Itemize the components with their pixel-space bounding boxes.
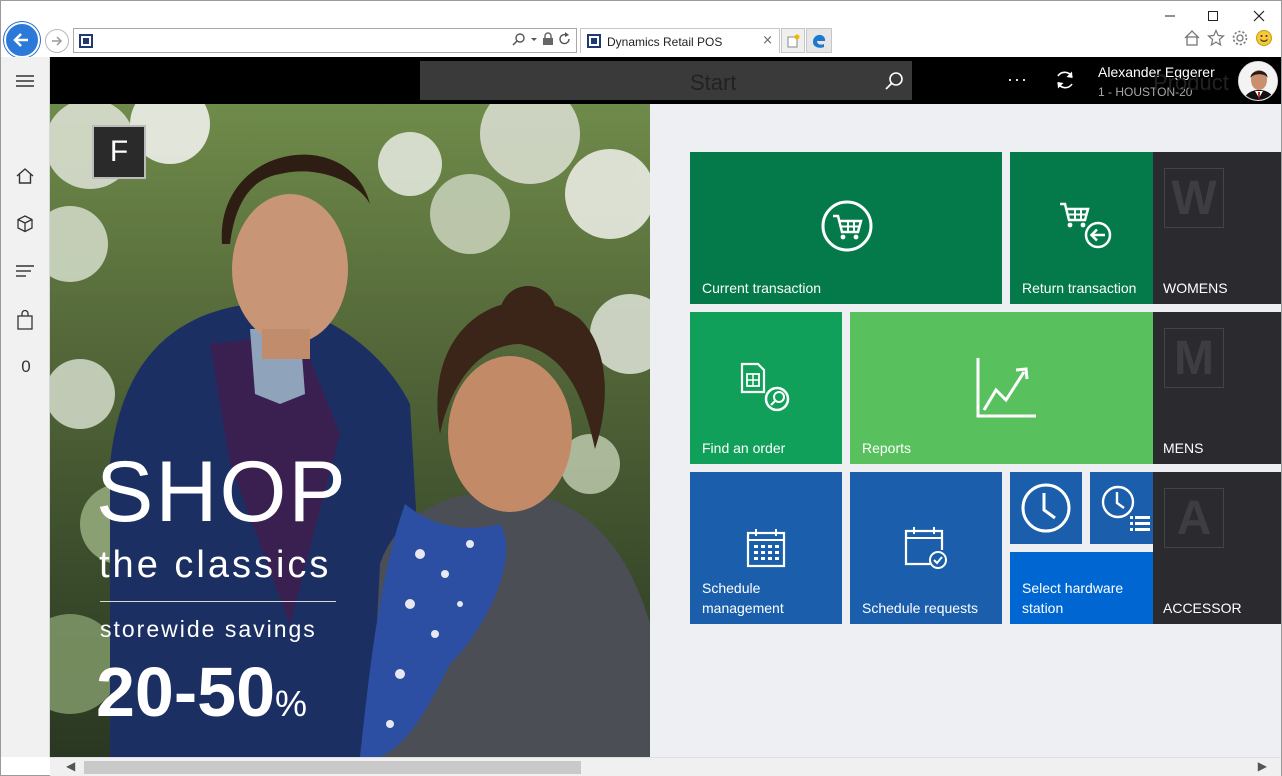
- forward-button[interactable]: [45, 29, 69, 53]
- maximize-icon[interactable]: [1204, 7, 1222, 25]
- minimize-icon[interactable]: [1161, 7, 1179, 25]
- arrow-right-icon: [52, 36, 63, 46]
- find-order-icon: [740, 362, 792, 414]
- browser-tab[interactable]: Dynamics Retail POS ×: [580, 28, 780, 53]
- horizontal-scrollbar[interactable]: ◀ ▶: [50, 757, 1281, 776]
- tile-label: Schedule requests: [862, 600, 978, 616]
- promo-divider: [100, 601, 336, 602]
- tile-label-line2: management: [702, 600, 784, 616]
- address-bar[interactable]: [73, 28, 577, 53]
- promo-subheadline: the classics: [99, 544, 332, 586]
- lock-icon[interactable]: [542, 32, 554, 46]
- lines-icon[interactable]: [13, 259, 37, 283]
- browser-window: Dynamics Retail POS × 0 ··· Alexander Eg…: [0, 0, 1282, 776]
- clock-icon: [1020, 482, 1072, 534]
- reports-tile[interactable]: Reports: [850, 312, 1162, 464]
- new-tab-icon: [787, 34, 800, 47]
- app-header: ··· Alexander Eggerer 1 - HOUSTON-20: [50, 57, 1281, 104]
- reports-chart-icon: [974, 356, 1038, 420]
- return-transaction-tile[interactable]: Return transaction: [1010, 152, 1162, 304]
- category-label: MENS: [1163, 440, 1204, 456]
- close-icon[interactable]: [1250, 7, 1268, 25]
- cart-count[interactable]: 0: [15, 357, 37, 377]
- return-cart-icon: [1058, 200, 1114, 256]
- calendar-icon: [746, 528, 786, 568]
- promo-banner[interactable]: F SHOP the classics storewide savings 20…: [50, 104, 650, 757]
- find-order-tile[interactable]: Find an order: [690, 312, 842, 464]
- left-nav: 0: [1, 57, 50, 757]
- products-group-title: Product: [1153, 70, 1229, 95]
- promo-percent-value: 20-50: [96, 653, 276, 731]
- category-label: WOMENS: [1163, 280, 1228, 296]
- more-button[interactable]: ···: [1007, 69, 1028, 90]
- calendar-check-icon: [904, 526, 948, 570]
- edge-icon: [813, 34, 826, 48]
- timesheet-tile[interactable]: [1090, 472, 1162, 544]
- promo-savings: storewide savings: [100, 616, 317, 642]
- home-icon[interactable]: [13, 164, 37, 188]
- product-category-womens[interactable]: W WOMENS: [1153, 152, 1281, 304]
- tile-label: Schedule management: [702, 578, 784, 618]
- home-icon[interactable]: [1183, 29, 1201, 47]
- browser-toolbar: [1183, 29, 1273, 47]
- products-icon[interactable]: [13, 212, 37, 236]
- search-input[interactable]: [420, 61, 912, 100]
- category-letter: A: [1164, 488, 1224, 548]
- chevron-down-icon[interactable]: [530, 32, 538, 46]
- edge-button[interactable]: [806, 28, 832, 53]
- settings-gear-icon[interactable]: [1231, 29, 1249, 47]
- tile-label: Return transaction: [1022, 280, 1137, 296]
- page-favicon-icon: [79, 34, 93, 48]
- category-letter: W: [1164, 168, 1224, 228]
- promo-percent: 20-50%: [96, 657, 307, 727]
- address-tools: [512, 32, 572, 46]
- search-icon[interactable]: [884, 71, 904, 91]
- tile-label: Select hardware station: [1022, 578, 1123, 618]
- tile-label-line1: Schedule: [702, 580, 761, 596]
- tile-label: Find an order: [702, 440, 786, 456]
- reload-icon[interactable]: [558, 32, 572, 46]
- time-clock-tile[interactable]: [1010, 472, 1082, 544]
- product-category-accessories[interactable]: A ACCESSOR: [1153, 472, 1281, 624]
- tile-label: Current transaction: [702, 280, 822, 296]
- scrollbar-thumb[interactable]: [84, 761, 581, 774]
- back-button[interactable]: [4, 22, 40, 58]
- scroll-right-icon[interactable]: ▶: [1258, 759, 1267, 773]
- tab-title: Dynamics Retail POS: [607, 35, 723, 49]
- brand-logo: F: [92, 125, 146, 179]
- smiley-icon[interactable]: [1255, 29, 1273, 47]
- tab-favicon-icon: [587, 34, 601, 48]
- cart-icon: [821, 200, 873, 252]
- tile-label: Reports: [862, 440, 912, 456]
- tile-label-line2: station: [1022, 600, 1064, 616]
- bag-icon[interactable]: [13, 308, 37, 332]
- category-letter: M: [1164, 328, 1224, 388]
- promo-percent-sign: %: [275, 683, 308, 724]
- start-group-title: Start: [690, 70, 737, 95]
- new-tab-button[interactable]: [781, 28, 805, 53]
- schedule-requests-tile[interactable]: Schedule requests: [850, 472, 1002, 624]
- search-icon[interactable]: [512, 32, 526, 46]
- clock-list-icon: [1100, 484, 1152, 536]
- refresh-icon[interactable]: [1054, 69, 1076, 91]
- scroll-left-icon[interactable]: ◀: [66, 759, 75, 773]
- select-hardware-station-tile[interactable]: Select hardware station: [1010, 552, 1162, 624]
- category-label: ACCESSOR: [1163, 600, 1242, 616]
- hamburger-icon[interactable]: [13, 69, 37, 93]
- favorites-icon[interactable]: [1207, 29, 1225, 47]
- pos-app: 0 ··· Alexander Eggerer 1 - HOUSTON-20 F…: [1, 57, 1281, 776]
- tile-label-line1: Select hardware: [1022, 580, 1124, 596]
- promo-headline: SHOP: [96, 444, 348, 540]
- schedule-management-tile[interactable]: Schedule management: [690, 472, 842, 624]
- browser-chrome: Dynamics Retail POS ×: [1, 1, 1281, 58]
- product-category-mens[interactable]: M MENS: [1153, 312, 1281, 464]
- arrow-left-icon: [13, 33, 28, 47]
- current-transaction-tile[interactable]: Current transaction: [690, 152, 1002, 304]
- tab-close-icon[interactable]: ×: [762, 33, 773, 48]
- avatar[interactable]: [1238, 61, 1278, 101]
